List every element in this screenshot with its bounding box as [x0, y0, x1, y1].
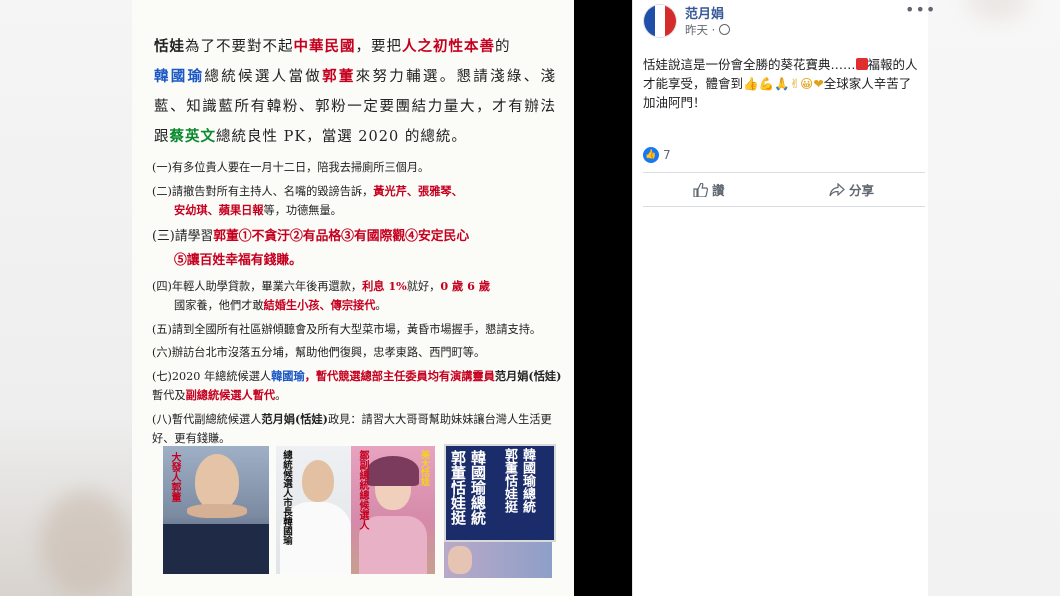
poster-text: ，要把 [355, 39, 402, 55]
poster-text: 總統良性 PK，當選 2020 的總統。 [216, 129, 467, 145]
poster-item-4: (四)年輕人助學貸款，畢業六年後再還款，利息 1%就好，0 歲 6 歲 國家養，… [152, 277, 562, 316]
item-highlight: 郭董 [213, 228, 239, 244]
photo-slogan-board: 郭董恬娃挺 韓國瑜總統 郭董恬娃挺 韓國瑜總統 [444, 444, 556, 542]
face-shape [195, 454, 239, 510]
poster-roc: 中華民國 [293, 38, 356, 55]
thumbs-up-icon [693, 182, 708, 197]
photo-label: 大發人郭董 [169, 452, 180, 502]
like-count: 7 [663, 148, 671, 162]
item-highlight: 結婚生小孩、傳宗接代 [263, 298, 376, 312]
poster-item-list: (一)有多位貴人要在一月十二日，陪我去掃廁所三個月。 (二)請撤告對所有主持人、… [152, 158, 562, 453]
background-left [0, 0, 132, 596]
poster-han: 韓國瑜 [154, 68, 205, 85]
item-highlight: 韓國瑜 [271, 368, 305, 383]
post-text-part: 恬娃說這是一份會全勝的葵花寶典…… [643, 57, 856, 72]
poster-phrase: 人之初性本善 [402, 38, 495, 55]
poster-item-6: (六)辦訪台北市沒落五分埔，幫助他們復興，忠孝東路、西門町等。 [152, 343, 562, 363]
item-text: (四)年輕人助學貸款，畢業六年後再還款， [152, 279, 363, 293]
poster-item-3: (三)請學習郭董①不貪汙②有品格③有國際觀④安定民心 ⑤讓百姓幸福有錢賺。 [152, 225, 562, 273]
avatar-flag-stripe [665, 5, 676, 37]
black-divider [574, 0, 632, 596]
divider [643, 172, 925, 173]
item-text: 。 [375, 299, 387, 312]
divider [643, 206, 925, 207]
slogan-col: 郭董恬娃挺 [502, 448, 517, 513]
photo-label: 鄒副總統總候選人 [357, 450, 368, 530]
item-text: (六)辦訪台北市沒落五分埔，幫助他們復興，忠孝東路、西門町等。 [152, 346, 486, 359]
photo-label: 總統候選人市長韓國瑜 [281, 450, 292, 545]
author-name[interactable]: 范月娟 [685, 3, 724, 22]
poster-item-8: (八)暫代副總統候選人范月娟(恬娃)政見：請習大大哥哥幫助妹妹讓台灣人生活更好、… [152, 410, 562, 449]
more-options-icon[interactable]: ••• [905, 0, 936, 19]
item-text: (三)請學習 [152, 228, 214, 244]
photo-gou: 大發人郭董 [163, 446, 269, 574]
item-highlight: 范月娟(恬娃) [261, 411, 328, 426]
reaction-summary[interactable]: 👍 7 [643, 147, 671, 163]
share-button[interactable]: 分享 [829, 180, 874, 199]
item-highlight: 利息 1% [362, 278, 407, 293]
item-text: (二)請撤告對所有主持人、名嘴的毀謗告訴， [152, 184, 374, 198]
item-highlight: ，暫代競選總部主任委員均有演講靈員 [304, 368, 495, 383]
item-text: 等，功德無量。 [263, 204, 342, 217]
post-text: 恬娃說這是一份會全勝的葵花寶典…… 福報的人才能享受，體會到👍💪🙏✌😀❤全球家人辛… [643, 55, 923, 112]
poster-item-2: (二)請撤告對所有主持人、名嘴的毀謗告訴，黃光芹、張雅琴、 安幼琪、蘋果日報等，… [152, 182, 562, 221]
item-text: (一)有多位貴人要在一月十二日，陪我去掃廁所三個月。 [152, 161, 430, 174]
photo-fan: 鄒副總統總候選人 美大恬娃 [351, 446, 435, 574]
poster-text: 為了不要對不起 [185, 39, 294, 55]
item-highlight: ①不貪汙②有品格③有國際觀④安定民心 [238, 228, 470, 244]
hair-shape [367, 456, 419, 486]
poster-text: 總統候選人當做 [204, 69, 323, 85]
photo-small-thumb [444, 542, 552, 578]
item-highlight: 安幼琪、蘋果日報 [174, 203, 264, 217]
red-flag-icon [855, 58, 868, 70]
suit-shape [163, 524, 269, 574]
item-text: 國家養，他們才敢 [174, 299, 264, 312]
slogan-col: 郭董恬娃挺 [449, 450, 467, 525]
item-text: 就好， [406, 279, 441, 293]
poster-item-7: (七)2020 年總統候選人韓國瑜，暫代競選總部主任委員均有演講靈員范月娟(恬娃… [152, 367, 562, 406]
poster-item-5: (五)請到全國所有社區辦傾聽會及所有大型菜市場，黃昏市場握手，懇請支持。 [152, 320, 562, 340]
like-button[interactable]: 讚 [693, 180, 725, 199]
item-highlight: 黃光芹、張雅琴、 [373, 183, 463, 198]
slogan-col: 韓國瑜總統 [520, 448, 535, 513]
item-highlight: ⑤讓百姓幸福有錢賺。 [174, 252, 302, 268]
item-highlight: 范月娟(恬娃) [494, 368, 562, 383]
blurred-photo-right [967, 0, 1027, 20]
poster-gou: 郭董 [322, 68, 356, 85]
face-shape [448, 546, 472, 574]
photo-han: 總統候選人市長韓國瑜 [276, 446, 356, 574]
slogan-col: 韓國瑜總統 [469, 450, 487, 525]
author-avatar[interactable] [643, 4, 677, 38]
avatar-flag-stripe [644, 5, 655, 37]
item-text: 。 [275, 389, 287, 402]
post-time[interactable]: 昨天 · [685, 22, 730, 38]
share-label: 分享 [849, 183, 875, 198]
emoji-sequence: 👍💪🙏✌😀❤ [743, 76, 824, 91]
poster-text: 的 [495, 39, 511, 55]
item-highlight: 副總統候選人暫代 [185, 388, 276, 402]
blurred-photo-left [40, 490, 130, 596]
item-text: (八)暫代副總統候選人 [152, 412, 262, 426]
item-text: (七)2020 年總統候選人 [152, 369, 272, 383]
item-highlight: 0 歲 6 歲 [440, 278, 491, 293]
post-time-text: 昨天 · [685, 23, 719, 37]
background-right [927, 0, 1060, 596]
share-icon [829, 182, 845, 196]
photo-tag: 美大恬娃 [419, 450, 429, 486]
poster-tsai: 蔡英文 [169, 128, 216, 145]
poster-item-1: (一)有多位貴人要在一月十二日，陪我去掃廁所三個月。 [152, 158, 562, 178]
like-label: 讚 [712, 183, 725, 198]
avatar-flag-stripe [654, 5, 666, 37]
face-shape [302, 460, 334, 502]
item-text: (五)請到全國所有社區辦傾聽會及所有大型菜市場，黃昏市場握手，懇請支持。 [152, 322, 542, 336]
face-shape [187, 504, 247, 518]
facebook-post-panel: 范月娟 昨天 · ••• 恬娃說這是一份會全勝的葵花寶典…… 福報的人才能享受，體… [632, 0, 935, 596]
poster-name: 恬娃 [154, 38, 185, 55]
globe-icon [718, 24, 730, 35]
poster-heading: 恬娃為了不要對不起中華民國，要把人之初性本善的 韓國瑜總統候選人當做郭董來努力輔… [154, 32, 556, 152]
item-text: 暫代及 [152, 389, 186, 402]
like-reaction-icon: 👍 [643, 147, 659, 163]
